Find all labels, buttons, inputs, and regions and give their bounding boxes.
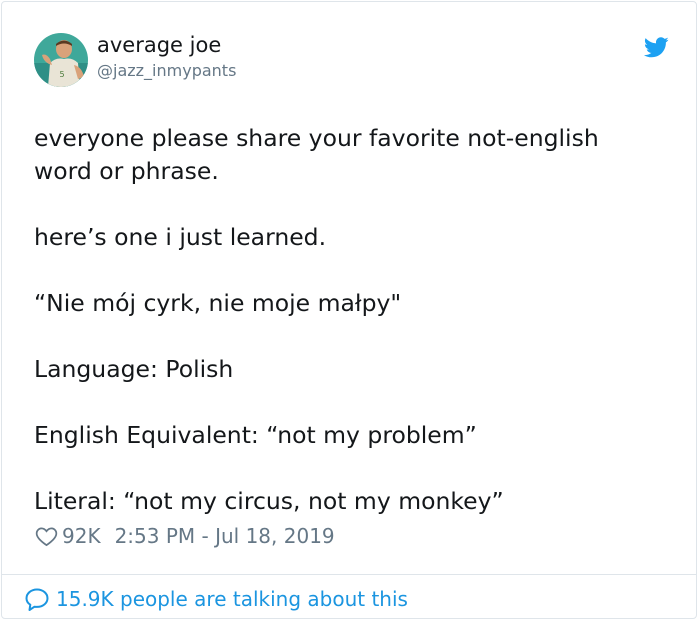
svg-text:5: 5 [59,70,64,79]
tweet-paragraph: everyone please share your favorite not-… [34,124,599,185]
tweet-card: 5 average joe @jazz_inmypants everyone p… [1,1,697,619]
user-handle[interactable]: @jazz_inmypants [97,61,236,80]
tweet-text: everyone please share your favorite not-… [34,122,674,518]
avatar-image: 5 [34,33,88,87]
tweet-paragraph: English Equivalent: “not my problem” [34,421,477,449]
talking-about-text: 15.9K people are talking about this [56,587,408,611]
tweet-paragraph: Literal: “not my circus, not my monkey” [34,487,504,515]
twitter-bird-icon[interactable] [643,37,669,58]
timestamp[interactable]: 2:53 PM - Jul 18, 2019 [115,524,335,548]
speech-bubble-icon [25,588,49,611]
tweet-meta: 92K 2:53 PM - Jul 18, 2019 [35,521,335,551]
heart-icon[interactable] [35,525,58,547]
display-name[interactable]: average joe [97,33,221,57]
tweet-paragraph: “Nie mój cyrk, nie moje małpy" [34,289,402,317]
tweet-paragraph: Language: Polish [34,355,234,383]
avatar[interactable]: 5 [34,33,88,87]
tweet-paragraph: here’s one i just learned. [34,223,327,251]
divider [2,574,696,575]
talking-about-link[interactable]: 15.9K people are talking about this [24,584,408,614]
like-count[interactable]: 92K [62,524,101,548]
